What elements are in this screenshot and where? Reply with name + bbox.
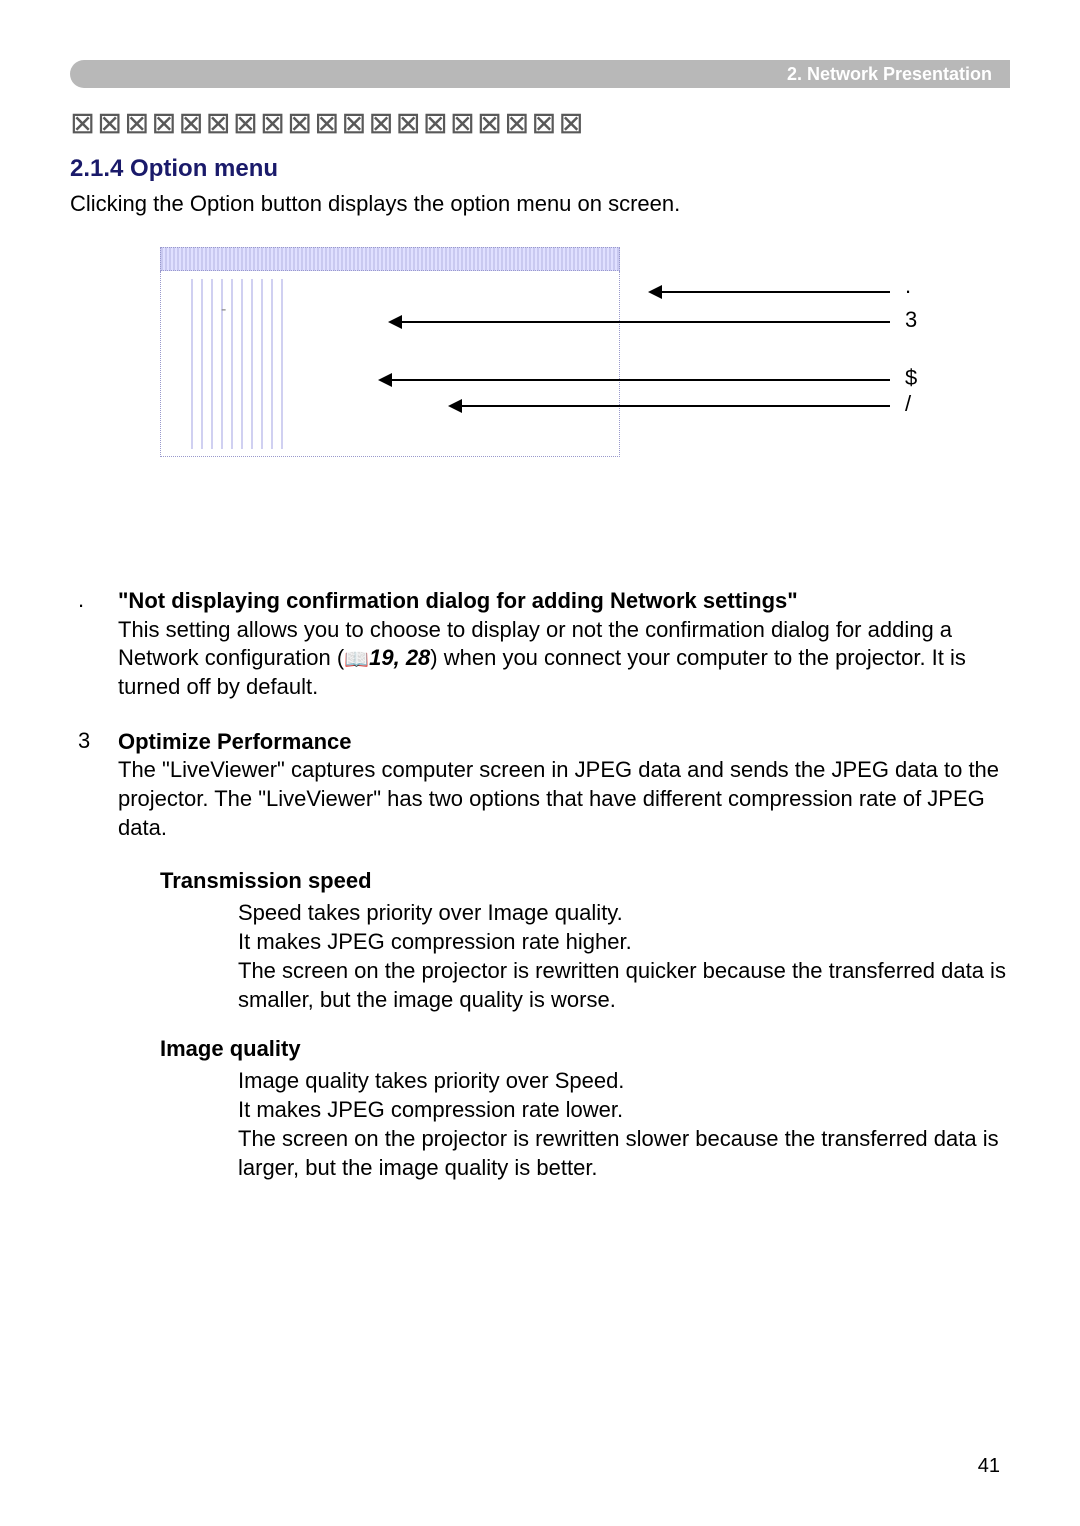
- sub-image-quality: Image quality Image quality takes priori…: [160, 1036, 1010, 1182]
- dialog-content-placeholder: [191, 279, 291, 449]
- item-1-marker: .: [70, 587, 118, 702]
- book-icon: 📖: [344, 647, 369, 673]
- breadcrumb: 2. Network Presentation: [787, 64, 992, 85]
- item-2-marker: 3: [70, 728, 118, 842]
- item-2: 3 Optimize Performance The "LiveViewer" …: [70, 728, 1010, 842]
- sub-speed-title: Transmission speed: [160, 868, 1010, 894]
- item-1: . "Not displaying confirmation dialog fo…: [70, 587, 1010, 702]
- section-heading: 2.1.4 Option menu: [70, 155, 1010, 183]
- callout-label-3: $: [905, 365, 917, 391]
- dialog-panel: -: [160, 247, 620, 457]
- option-menu-figure: - . 3 $ /: [160, 247, 920, 507]
- intro-text: Clicking the Option button displays the …: [70, 191, 1010, 217]
- item-1-ref: 19, 28: [369, 645, 430, 670]
- item-2-content: Optimize Performance The "LiveViewer" ca…: [118, 728, 1010, 842]
- dialog-body: -: [160, 271, 620, 457]
- corrupt-heading: ⊠⊠⊠⊠⊠⊠⊠⊠⊠⊠⊠⊠⊠⊠⊠⊠⊠⊠⊠: [70, 106, 1010, 141]
- callout-label-1: .: [905, 273, 911, 299]
- callout-arrow-2: [390, 321, 890, 323]
- item-1-title: "Not displaying confirmation dialog for …: [118, 588, 798, 613]
- page-number: 41: [978, 1455, 1000, 1478]
- callout-label-2: 3: [905, 307, 917, 333]
- dialog-titlebar: [160, 247, 620, 271]
- callout-arrow-1: [650, 291, 890, 293]
- callout-arrow-3: [380, 379, 890, 381]
- sub-transmission-speed: Transmission speed Speed takes priority …: [160, 868, 1010, 1014]
- callout-label-4: /: [905, 391, 911, 417]
- sub-speed-text: Speed takes priority over Image quality.…: [238, 898, 1010, 1014]
- header-bar: 2. Network Presentation: [70, 60, 1010, 88]
- item-2-body: The "LiveViewer" captures computer scree…: [118, 757, 999, 839]
- item-1-content: "Not displaying confirmation dialog for …: [118, 587, 1010, 702]
- sub-quality-title: Image quality: [160, 1036, 1010, 1062]
- dash-mark: -: [221, 301, 226, 319]
- callout-arrow-4: [450, 405, 890, 407]
- item-2-title: Optimize Performance: [118, 729, 352, 754]
- sub-quality-text: Image quality takes priority over Speed.…: [238, 1066, 1010, 1182]
